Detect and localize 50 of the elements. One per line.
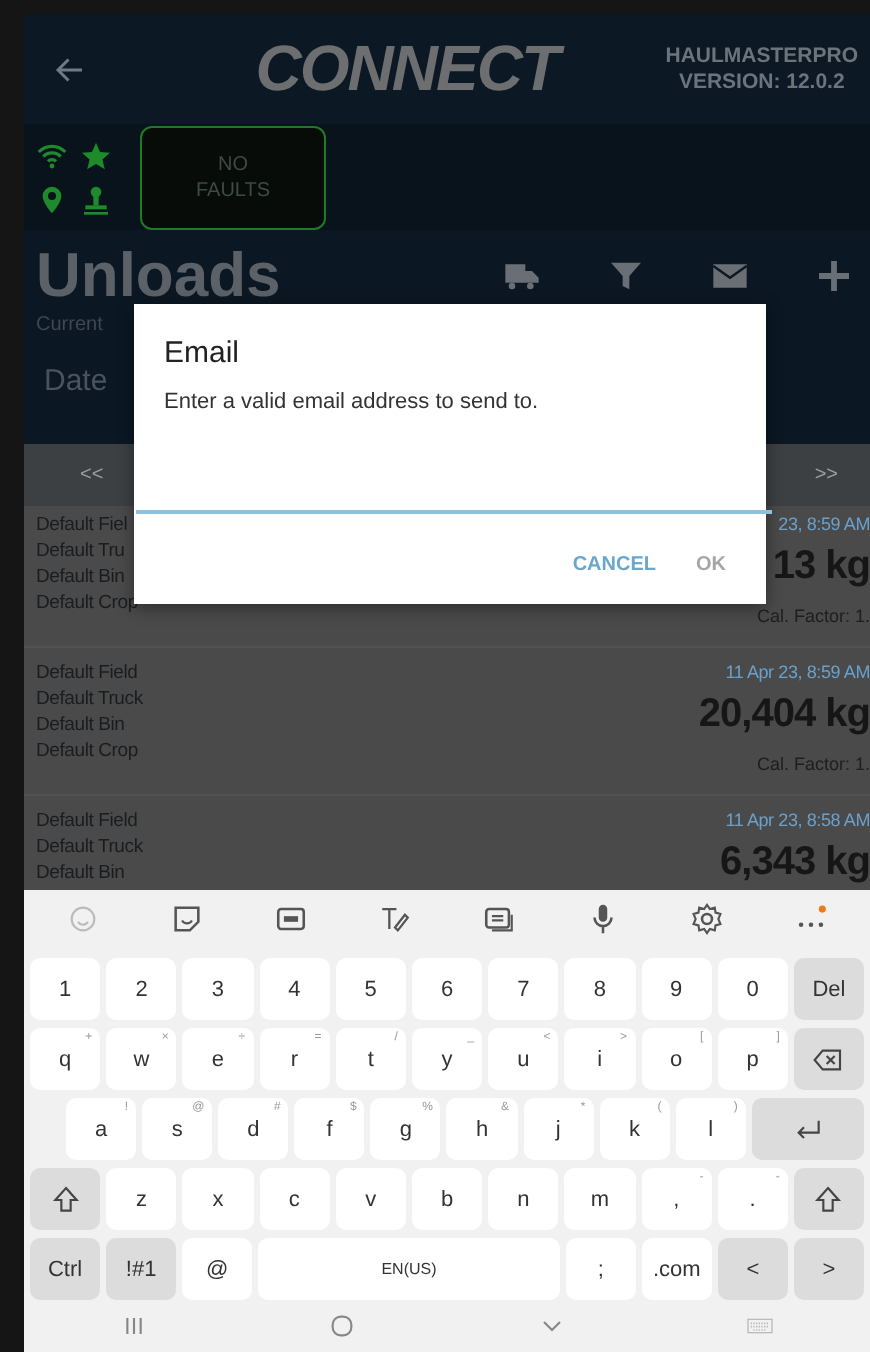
keyboard-key[interactable] — [30, 1168, 101, 1230]
keyboard-key[interactable]: Del — [793, 958, 865, 1020]
plus-icon[interactable] — [814, 256, 854, 296]
keyboard-key[interactable]: 1 — [30, 958, 101, 1020]
next-link[interactable]: >> — [814, 464, 838, 486]
version-label: VERSION: 12.0.2 — [676, 69, 847, 95]
row-date: 23, 8:59 AM — [776, 512, 870, 538]
keyboard-key[interactable]: EN(US) — [258, 1238, 560, 1300]
keyboard-key[interactable]: 5 — [335, 958, 406, 1020]
dialog-message: Enter a valid email address to send to. — [164, 390, 541, 414]
row-date: 11 Apr 23, 8:58 AM — [723, 808, 870, 834]
keyboard-key[interactable]: 7 — [488, 958, 559, 1020]
stamp-icon — [80, 183, 112, 215]
keyboard-key[interactable]: 2 — [106, 958, 177, 1020]
fault-status-badge: NO FAULTS — [140, 125, 326, 229]
dialog-title: Email — [164, 336, 242, 370]
keyboard-key[interactable] — [793, 1168, 865, 1230]
keyboard-key[interactable]: < — [717, 1238, 788, 1300]
keyboard-key[interactable]: v — [335, 1168, 406, 1230]
sort-label: Date — [44, 364, 110, 398]
sticker-icon[interactable] — [169, 901, 204, 935]
keyboard-key[interactable]: Ctrl — [30, 1238, 101, 1300]
keyboard-key[interactable]: 9 — [641, 958, 712, 1020]
page-title: Unloads — [36, 240, 283, 312]
wifi-icon — [36, 139, 68, 171]
keyboard-key[interactable]: 0 — [717, 958, 788, 1020]
row-date: 11 Apr 23, 8:59 AM — [723, 660, 870, 686]
keyboard-key[interactable]: 3 — [182, 958, 254, 1020]
keyboard-key[interactable]: 4 — [259, 958, 330, 1020]
app-logo: CONNECT — [148, 32, 666, 106]
product-name: HAULMASTERPRO — [665, 43, 858, 69]
keyboard-key[interactable]: m — [564, 1168, 635, 1230]
keyboard-key[interactable]: !#1 — [106, 1238, 177, 1300]
keyboard-key[interactable]: z — [106, 1168, 177, 1230]
settings-icon[interactable] — [690, 901, 725, 935]
keyboard-key[interactable] — [793, 1028, 865, 1090]
keyboard-key[interactable]: ; — [565, 1238, 636, 1300]
previous-link[interactable]: << — [80, 464, 104, 486]
keyboard-key[interactable]: b — [411, 1168, 483, 1230]
keyboard-key[interactable]: c — [259, 1168, 330, 1230]
keyboard-key[interactable]: .com — [641, 1238, 712, 1300]
shift-icon — [812, 1183, 845, 1215]
keyboard-key[interactable]: 6 — [411, 958, 483, 1020]
keyboard-key[interactable]: 8 — [564, 958, 635, 1020]
keyboard-key[interactable]: @ — [182, 1238, 253, 1300]
star-icon — [80, 139, 112, 171]
keyboard-key[interactable]: n — [488, 1168, 559, 1230]
keyboard-key[interactable]: > — [793, 1238, 865, 1300]
shift-icon — [49, 1183, 82, 1215]
keyboard-key[interactable]: x — [182, 1168, 254, 1230]
